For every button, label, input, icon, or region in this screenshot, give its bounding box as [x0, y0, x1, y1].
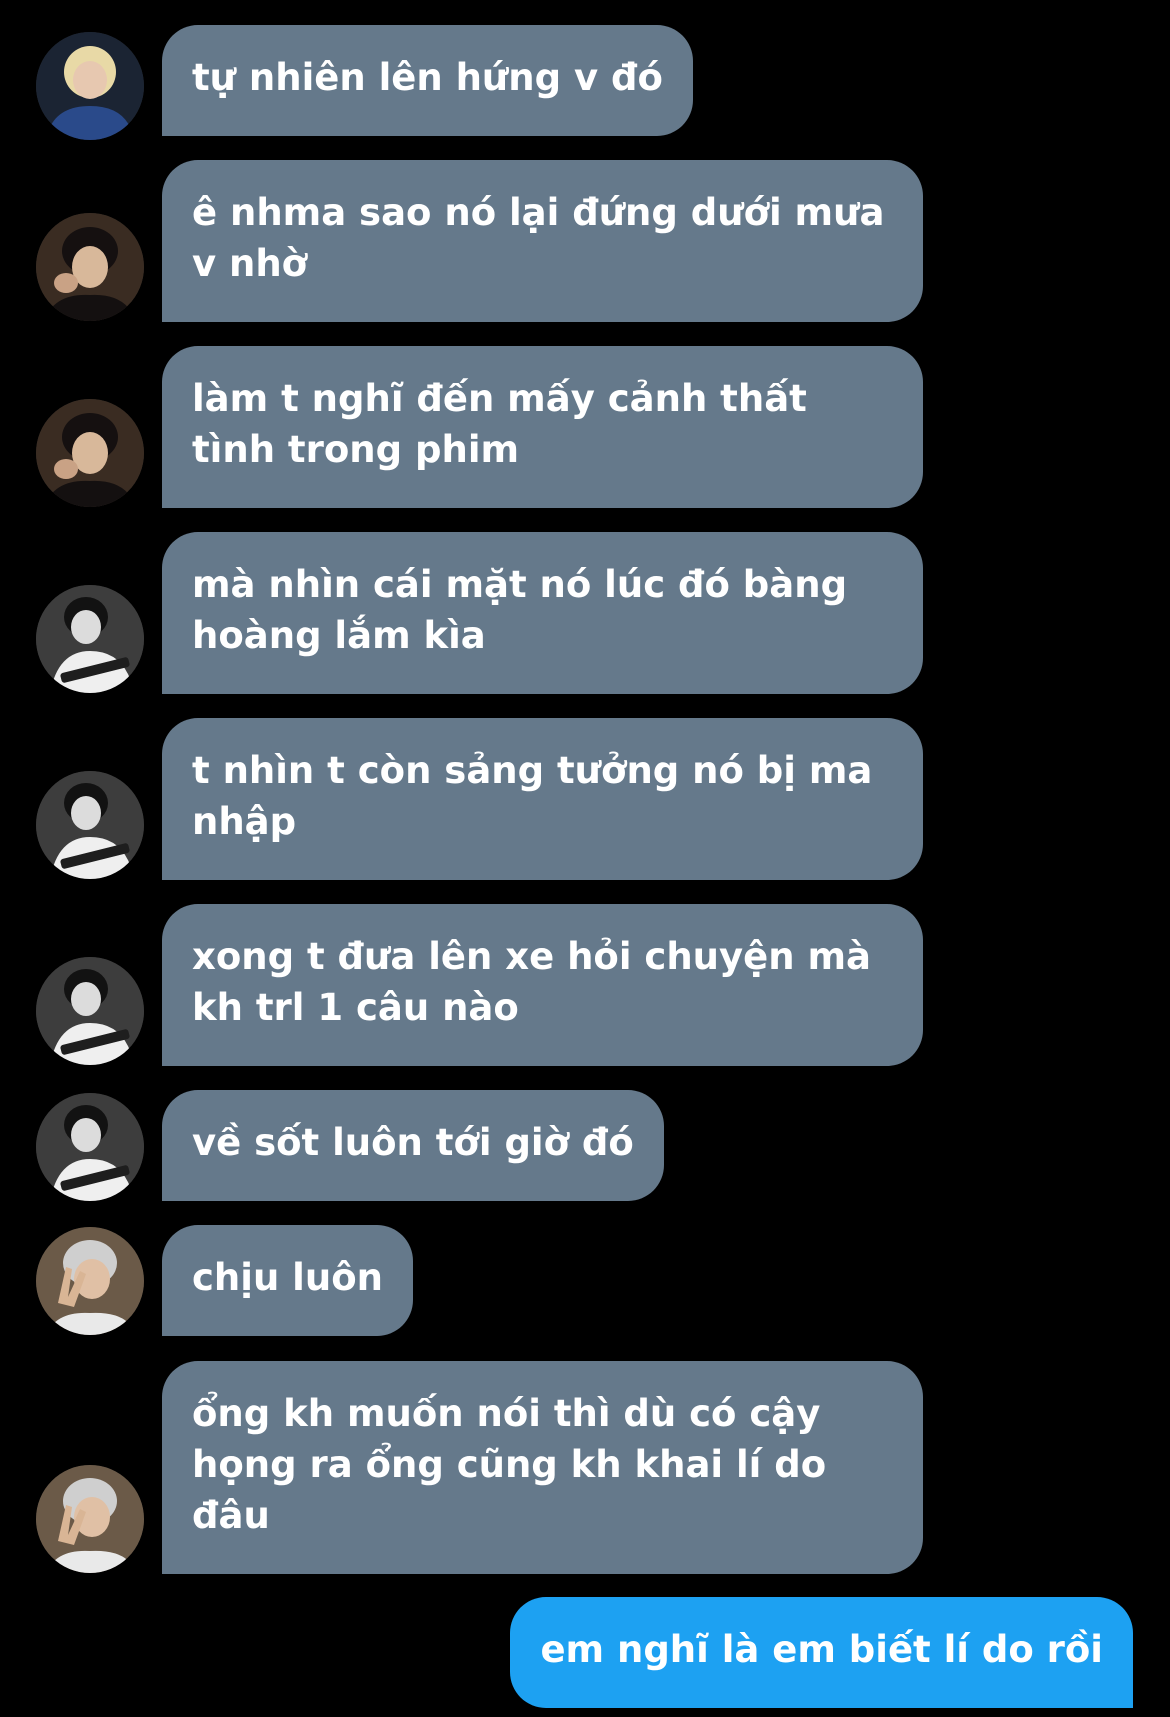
avatar-guitar-icon	[36, 771, 144, 879]
message-bubble-outgoing[interactable]: em nghĩ là em biết lí do rồi	[510, 1597, 1133, 1708]
avatar-peace-sign-icon	[36, 1465, 144, 1573]
avatar-dark-hair-icon	[36, 399, 144, 507]
avatar-blond-icon	[36, 32, 144, 140]
avatar-guitar-icon	[36, 1093, 144, 1201]
message-bubble[interactable]: làm t nghĩ đến mấy cảnh thất tình trong …	[162, 346, 923, 508]
message-bubble[interactable]: chịu luôn	[162, 1225, 413, 1336]
avatar[interactable]	[36, 771, 144, 879]
message-bubble[interactable]: mà nhìn cái mặt nó lúc đó bàng hoàng lắm…	[162, 532, 923, 694]
avatar-peace-sign-icon	[36, 1227, 144, 1335]
avatar-guitar-icon	[36, 957, 144, 1065]
message-bubble[interactable]: t nhìn t còn sảng tưởng nó bị ma nhập	[162, 718, 923, 880]
avatar[interactable]	[36, 585, 144, 693]
message-bubble[interactable]: tự nhiên lên hứng v đó	[162, 25, 693, 136]
chat-screen: { "messages": [ {"direction": "incoming"…	[0, 0, 1170, 1717]
message-bubble[interactable]: ê nhma sao nó lại đứng dưới mưa v nhờ	[162, 160, 923, 322]
avatar[interactable]	[36, 399, 144, 507]
avatar[interactable]	[36, 1227, 144, 1335]
avatar[interactable]	[36, 957, 144, 1065]
avatar[interactable]	[36, 1465, 144, 1573]
avatar-dark-hair-icon	[36, 213, 144, 321]
message-bubble[interactable]: về sốt luôn tới giờ đó	[162, 1090, 664, 1201]
avatar[interactable]	[36, 213, 144, 321]
avatar[interactable]	[36, 1093, 144, 1201]
message-bubble[interactable]: xong t đưa lên xe hỏi chuyện mà kh trl 1…	[162, 904, 923, 1066]
message-bubble[interactable]: ổng kh muốn nói thì dù có cậy họng ra ổn…	[162, 1361, 923, 1574]
avatar-guitar-icon	[36, 585, 144, 693]
avatar[interactable]	[36, 32, 144, 140]
